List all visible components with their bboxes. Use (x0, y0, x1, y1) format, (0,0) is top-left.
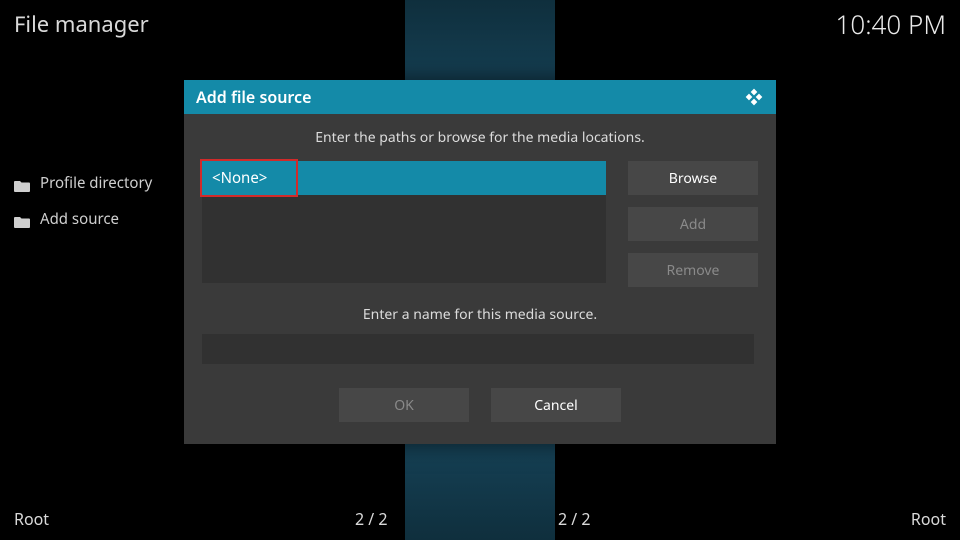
browse-button[interactable]: Browse (628, 161, 758, 195)
dialog-footer: OK Cancel (202, 388, 758, 422)
name-instruction: Enter a name for this media source. (202, 305, 758, 324)
status-bar: Root 2 / 2 2 / 2 Root (0, 498, 960, 540)
sidebar-item-label: Profile directory (40, 173, 152, 193)
paths-list: <None> (202, 161, 606, 283)
status-root-right: Root (911, 508, 946, 530)
kodi-logo-icon (744, 87, 764, 107)
dialog-title: Add file source (196, 86, 311, 108)
paths-instruction: Enter the paths or browse for the media … (202, 128, 758, 147)
dialog-header: Add file source (184, 80, 776, 114)
folder-icon (14, 177, 30, 189)
status-count-left: 2 / 2 (355, 508, 388, 530)
dialog-body: Enter the paths or browse for the media … (184, 114, 776, 436)
left-source-list: Profile directory Add source (14, 165, 184, 237)
folder-icon (14, 213, 30, 225)
path-entry-selected[interactable]: <None> (202, 161, 606, 195)
page-title: File manager (14, 9, 149, 39)
source-name-input[interactable] (202, 334, 754, 364)
add-button[interactable]: Add (628, 207, 758, 241)
remove-button[interactable]: Remove (628, 253, 758, 287)
sidebar-item-profile-directory[interactable]: Profile directory (14, 165, 184, 201)
status-root-left: Root (14, 508, 49, 530)
sidebar-item-label: Add source (40, 209, 119, 229)
sidebar-item-add-source[interactable]: Add source (14, 201, 184, 237)
status-count-right: 2 / 2 (558, 508, 591, 530)
cancel-button[interactable]: Cancel (491, 388, 621, 422)
ok-button[interactable]: OK (339, 388, 469, 422)
header-bar: File manager 10:40 PM (0, 0, 960, 48)
clock-time: 10:40 PM (836, 6, 946, 42)
paths-row: <None> Browse Add Remove (202, 161, 758, 287)
paths-buttons-column: Browse Add Remove (628, 161, 758, 287)
add-file-source-dialog: Add file source Enter the paths or brows… (184, 80, 776, 444)
